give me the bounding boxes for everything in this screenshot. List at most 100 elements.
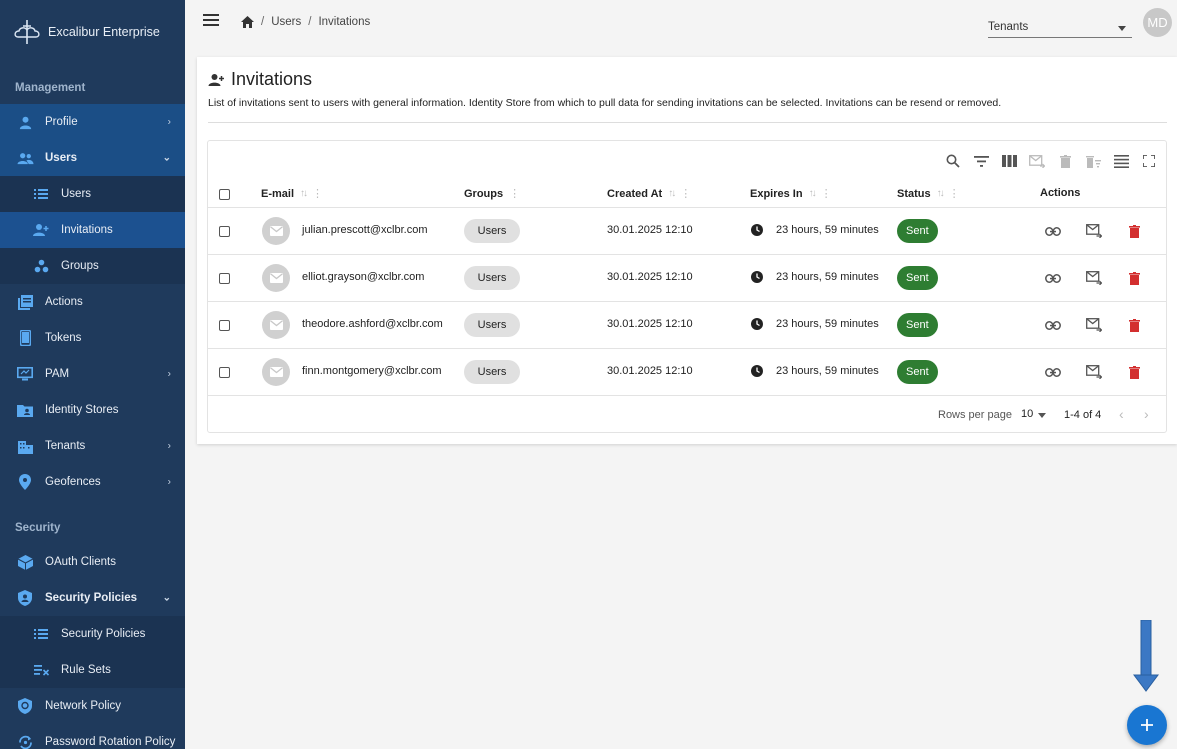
sidebar-item-security-policies[interactable]: Security Policies ⌄ — [0, 580, 185, 616]
group-chip: Users — [464, 313, 520, 337]
clock-icon — [751, 318, 763, 330]
table-row: elliot.grayson@xclbr.com Users 30.01.202… — [208, 255, 1166, 302]
rows-per-page-select[interactable]: 10 — [1021, 408, 1033, 420]
sidebar-item-network-policy[interactable]: Network Policy — [0, 688, 185, 724]
link-icon[interactable] — [1043, 268, 1063, 288]
sort-icon[interactable]: ↑↓ — [809, 188, 817, 199]
brand-name: Excalibur Enterprise — [48, 25, 160, 39]
link-icon[interactable] — [1043, 221, 1063, 241]
resend-icon[interactable] — [1084, 268, 1104, 288]
top-bar: / Users / Invitations Tenants MD — [185, 0, 1177, 46]
table-footer: Rows per page 10 1-4 of 4 ‹ › — [208, 395, 1166, 433]
expires-cell: 23 hours, 59 minutes — [776, 224, 879, 236]
monitor-icon — [16, 365, 34, 383]
column-menu-icon[interactable]: ⋮ — [821, 187, 832, 200]
filter-icon[interactable] — [972, 152, 990, 170]
delete-icon[interactable] — [1124, 315, 1144, 335]
row-checkbox[interactable] — [219, 367, 230, 378]
column-menu-icon[interactable]: ⋮ — [949, 187, 960, 200]
link-icon[interactable] — [1043, 362, 1063, 382]
breadcrumb-separator: / — [308, 16, 312, 28]
column-actions: Actions — [1040, 187, 1080, 199]
columns-icon[interactable] — [1000, 152, 1018, 170]
delete-icon[interactable] — [1124, 362, 1144, 382]
clock-icon — [751, 365, 763, 377]
page-description: List of invitations sent to users with g… — [208, 97, 1002, 109]
sidebar-item-users[interactable]: Users ⌄ — [0, 140, 185, 176]
column-groups[interactable]: Groups ⋮ — [464, 187, 520, 201]
group-chip: Users — [464, 219, 520, 243]
table-toolbar — [944, 152, 1158, 170]
folder-person-icon — [16, 401, 34, 419]
expires-cell: 23 hours, 59 minutes — [776, 271, 879, 283]
column-menu-icon[interactable]: ⋮ — [680, 187, 691, 200]
column-menu-icon[interactable]: ⋮ — [509, 187, 520, 200]
tenant-select[interactable]: Tenants — [988, 18, 1132, 38]
column-menu-icon[interactable]: ⋮ — [312, 187, 323, 200]
groups-icon — [32, 257, 50, 275]
group-chip: Users — [464, 360, 520, 384]
excalibur-logo-icon — [14, 20, 40, 44]
row-checkbox[interactable] — [219, 226, 230, 237]
resend-icon[interactable] — [1084, 362, 1104, 382]
sidebar-item-geofences[interactable]: Geofences › — [0, 464, 185, 500]
chevron-right-icon: › — [167, 440, 171, 452]
invitations-table: E-mail ↑↓ ⋮ Groups ⋮ Created At ↑↓ ⋮ Exp… — [207, 140, 1167, 433]
delete-icon[interactable] — [1124, 268, 1144, 288]
tenant-select-value: Tenants — [988, 21, 1029, 33]
table-header: E-mail ↑↓ ⋮ Groups ⋮ Created At ↑↓ ⋮ Exp… — [208, 181, 1166, 208]
sidebar-item-pam[interactable]: PAM › — [0, 356, 185, 392]
sort-icon[interactable]: ↑↓ — [300, 188, 308, 199]
menu-icon[interactable] — [203, 14, 219, 28]
sidebar-item-label: Groups — [61, 260, 99, 272]
sort-icon[interactable]: ↑↓ — [937, 188, 945, 199]
actions-icon — [16, 293, 34, 311]
person-icon — [16, 113, 34, 131]
list-icon — [32, 185, 50, 203]
caret-down-icon[interactable] — [1038, 413, 1046, 418]
email-cell: elliot.grayson@xclbr.com — [302, 271, 425, 283]
mail-avatar-icon — [262, 311, 290, 339]
sidebar-item-users-list[interactable]: Users — [0, 176, 185, 212]
sidebar-item-groups[interactable]: Groups — [0, 248, 185, 284]
sidebar-item-identity-stores[interactable]: Identity Stores — [0, 392, 185, 428]
resend-icon — [1028, 152, 1046, 170]
delete-icon[interactable] — [1124, 221, 1144, 241]
sidebar-item-actions[interactable]: Actions — [0, 284, 185, 320]
home-icon[interactable] — [241, 16, 254, 28]
sidebar-item-tokens[interactable]: Tokens — [0, 320, 185, 356]
table-row: julian.prescott@xclbr.com Users 30.01.20… — [208, 208, 1166, 255]
row-checkbox[interactable] — [219, 273, 230, 284]
add-invitation-button[interactable] — [1127, 705, 1167, 745]
avatar[interactable]: MD — [1143, 8, 1172, 37]
fullscreen-icon[interactable] — [1140, 152, 1158, 170]
sidebar-item-security-policies-list[interactable]: Security Policies — [0, 616, 185, 652]
density-icon[interactable] — [1112, 152, 1130, 170]
breadcrumb-users[interactable]: Users — [271, 16, 301, 28]
email-cell: julian.prescott@xclbr.com — [302, 224, 428, 236]
resend-icon[interactable] — [1084, 315, 1104, 335]
sort-icon[interactable]: ↑↓ — [668, 188, 676, 199]
select-all-checkbox[interactable] — [219, 189, 230, 200]
sidebar-item-label: Actions — [45, 296, 83, 308]
breadcrumb-separator: / — [261, 16, 265, 28]
column-label: Actions — [1040, 187, 1081, 199]
column-expires-in[interactable]: Expires In ↑↓ ⋮ — [750, 187, 832, 201]
sidebar-item-invitations[interactable]: Invitations — [0, 212, 185, 248]
row-checkbox[interactable] — [219, 320, 230, 331]
column-email[interactable]: E-mail ↑↓ ⋮ — [261, 187, 323, 201]
search-icon[interactable] — [944, 152, 962, 170]
divider — [208, 122, 1167, 123]
sidebar-item-rule-sets[interactable]: Rule Sets — [0, 652, 185, 688]
resend-icon[interactable] — [1084, 221, 1104, 241]
sidebar-item-tenants[interactable]: Tenants › — [0, 428, 185, 464]
location-icon — [16, 473, 34, 491]
sidebar-item-oauth-clients[interactable]: OAuth Clients — [0, 544, 185, 580]
brand[interactable]: Excalibur Enterprise — [0, 0, 185, 64]
sidebar-item-profile[interactable]: Profile › — [0, 104, 185, 140]
link-icon[interactable] — [1043, 315, 1063, 335]
sidebar-item-label: Profile — [45, 116, 78, 128]
column-status[interactable]: Status ↑↓ ⋮ — [897, 187, 960, 201]
column-created-at[interactable]: Created At ↑↓ ⋮ — [607, 187, 691, 201]
sidebar-item-password-rotation-policy[interactable]: Password Rotation Policy — [0, 724, 185, 749]
